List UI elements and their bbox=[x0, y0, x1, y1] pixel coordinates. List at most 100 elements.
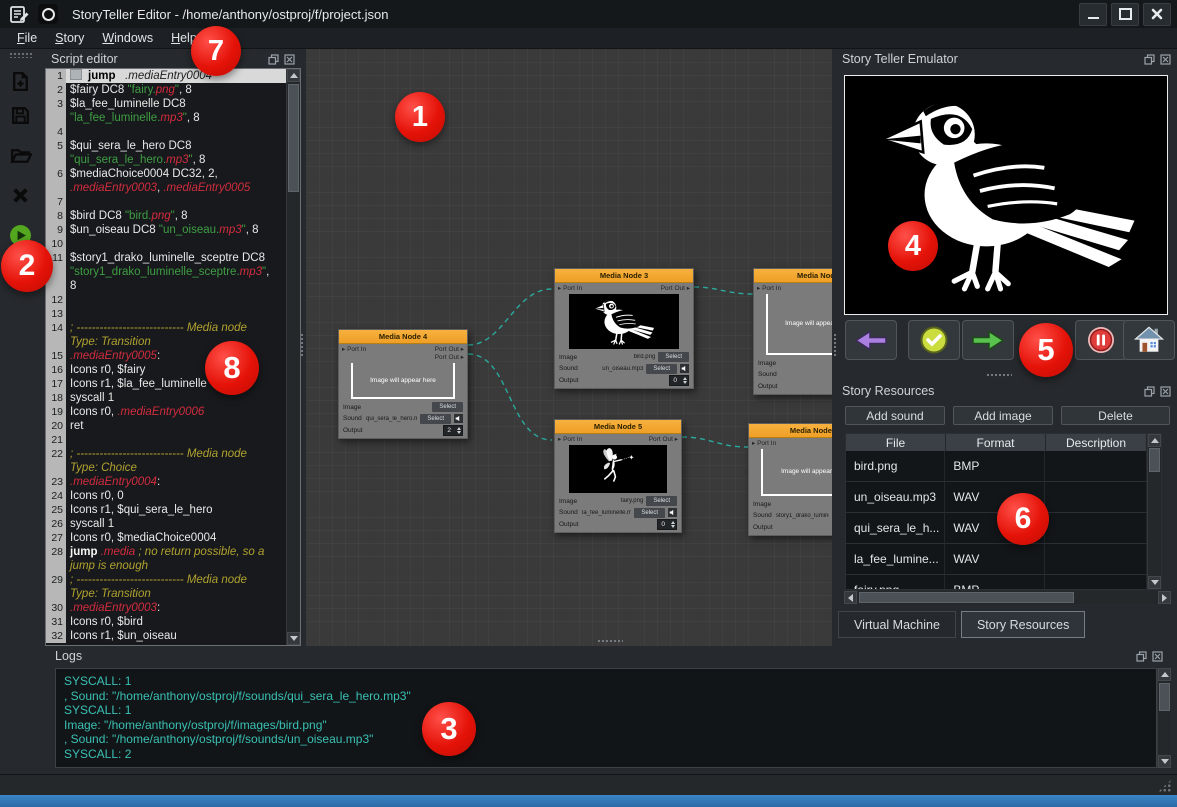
code-row[interactable]: 30.mediaEntry0003: bbox=[46, 601, 286, 615]
float-panel-icon[interactable] bbox=[268, 54, 279, 65]
output-spinner[interactable]: 2 bbox=[443, 425, 463, 436]
tab-story-resources[interactable]: Story Resources bbox=[961, 611, 1085, 638]
code-row[interactable]: 27Icons r0, $mediaChoice0004 bbox=[46, 531, 286, 545]
close-panel-icon[interactable] bbox=[1160, 54, 1171, 65]
close-project-button[interactable] bbox=[8, 182, 34, 208]
next-button[interactable] bbox=[962, 320, 1014, 360]
table-hscrollbar[interactable] bbox=[844, 591, 1171, 604]
logs-scrollbar[interactable] bbox=[1157, 668, 1171, 768]
scroll-down-icon[interactable] bbox=[287, 632, 300, 645]
select-button[interactable]: Select bbox=[646, 496, 677, 506]
new-script-button[interactable] bbox=[8, 68, 34, 94]
code-row[interactable]: 21 bbox=[46, 433, 286, 447]
port-in[interactable]: ▸ Port In bbox=[558, 284, 582, 292]
delete-button[interactable]: Delete bbox=[1061, 406, 1170, 425]
column-file[interactable]: File bbox=[846, 434, 946, 451]
code-row[interactable]: 8$bird DC8 "bird.png", 8 bbox=[46, 209, 286, 223]
code-row[interactable]: 22; ---------------------------- Media n… bbox=[46, 447, 286, 461]
code-row[interactable]: 4 bbox=[46, 125, 286, 139]
column-format[interactable]: Format bbox=[946, 434, 1046, 451]
code-row[interactable]: 13 bbox=[46, 307, 286, 321]
node-title[interactable]: Media Node bbox=[754, 269, 832, 283]
media-node[interactable]: Media Node 3▸ Port InPort Out ▸Imagebird… bbox=[554, 268, 694, 389]
editor-scrollbar[interactable] bbox=[286, 69, 300, 645]
menu-story[interactable]: Story bbox=[46, 31, 93, 45]
code-row[interactable]: 26syscall 1 bbox=[46, 517, 286, 531]
resize-grip[interactable] bbox=[1158, 779, 1172, 792]
port-in[interactable]: ▸ Port In bbox=[752, 439, 776, 447]
code-row[interactable]: .mediaEntry0003, .mediaEntry0005 bbox=[46, 181, 286, 195]
code-row[interactable]: Type: Transition bbox=[46, 587, 286, 601]
code-row[interactable]: 1jump .mediaEntry0004 bbox=[46, 69, 286, 83]
scroll-right-icon[interactable] bbox=[1158, 591, 1171, 604]
port-in[interactable]: ▸ Port In bbox=[757, 284, 781, 292]
code-row[interactable]: 28jump .media ; no return possible, so a bbox=[46, 545, 286, 559]
minimize-button[interactable] bbox=[1079, 3, 1107, 26]
media-node[interactable]: Media Node 4▸ Port InPort Out ▸Port Out … bbox=[338, 329, 468, 439]
close-panel-icon[interactable] bbox=[1152, 651, 1163, 662]
code-row[interactable]: 14; ---------------------------- Media n… bbox=[46, 321, 286, 335]
scroll-up-icon[interactable] bbox=[1158, 668, 1171, 681]
code-row[interactable]: 2$fairy DC8 "fairy.png", 8 bbox=[46, 83, 286, 97]
port-in[interactable]: ▸ Port In bbox=[342, 345, 366, 361]
media-node[interactable]: Media Node 6▸ Port InPort Out ▸Image wil… bbox=[748, 423, 832, 536]
save-button[interactable] bbox=[8, 102, 34, 128]
port-in[interactable]: ▸ Port In bbox=[558, 435, 582, 443]
back-button[interactable] bbox=[845, 320, 897, 360]
menu-windows[interactable]: Windows bbox=[93, 31, 162, 45]
close-panel-icon[interactable] bbox=[284, 54, 295, 65]
code-row[interactable]: 18syscall 1 bbox=[46, 391, 286, 405]
code-row[interactable]: Type: Choice bbox=[46, 461, 286, 475]
scroll-up-icon[interactable] bbox=[287, 69, 300, 82]
select-button[interactable]: Select bbox=[634, 508, 665, 518]
add-sound-button[interactable]: Add sound bbox=[845, 406, 945, 425]
code-row[interactable]: 29; ---------------------------- Media n… bbox=[46, 573, 286, 587]
speaker-icon[interactable] bbox=[454, 414, 463, 423]
code-row[interactable]: 6$mediaChoice0004 DC32, 2, bbox=[46, 167, 286, 181]
port-out[interactable]: Port Out ▸ bbox=[435, 353, 464, 361]
scroll-down-icon[interactable] bbox=[1148, 576, 1161, 589]
table-row[interactable]: un_oiseau.mp3WAV bbox=[846, 482, 1147, 513]
select-button[interactable]: Select bbox=[646, 364, 677, 374]
select-button[interactable]: Select bbox=[658, 352, 689, 362]
home-button[interactable] bbox=[1123, 320, 1175, 360]
code-row[interactable]: 3$la_fee_luminelle DC8 bbox=[46, 97, 286, 111]
table-row[interactable]: bird.pngBMP bbox=[846, 451, 1147, 482]
float-panel-icon[interactable] bbox=[1144, 54, 1155, 65]
code-row[interactable]: 19Icons r0, .mediaEntry0006 bbox=[46, 405, 286, 419]
media-node[interactable]: Media Node 5▸ Port InPort Out ▸Imagefair… bbox=[554, 419, 682, 533]
splitter-handle[interactable] bbox=[986, 373, 1012, 378]
code-row[interactable]: "qui_sera_le_hero.mp3", 8 bbox=[46, 153, 286, 167]
port-out[interactable]: Port Out ▸ bbox=[649, 435, 678, 443]
code-row[interactable]: jump is enough bbox=[46, 559, 286, 573]
add-image-button[interactable]: Add image bbox=[953, 406, 1053, 425]
port-out[interactable]: Port Out ▸ bbox=[661, 284, 690, 292]
code-row[interactable]: 32Icons r1, $un_oiseau bbox=[46, 629, 286, 643]
code-row[interactable]: "la_fee_luminelle.mp3", 8 bbox=[46, 111, 286, 125]
float-panel-icon[interactable] bbox=[1136, 651, 1147, 662]
table-scrollbar[interactable] bbox=[1147, 434, 1161, 589]
close-button[interactable] bbox=[1143, 3, 1171, 26]
code-row[interactable]: 25Icons r1, $qui_sera_le_hero bbox=[46, 503, 286, 517]
code-row[interactable]: 20ret bbox=[46, 419, 286, 433]
select-button[interactable]: Select bbox=[420, 414, 451, 424]
speaker-icon[interactable] bbox=[680, 364, 689, 373]
toolbar-drag-handle[interactable] bbox=[9, 52, 33, 58]
code-row[interactable]: "story1_drako_luminelle_sceptre.mp3", bbox=[46, 265, 286, 279]
node-title[interactable]: Media Node 5 bbox=[555, 420, 681, 434]
float-panel-icon[interactable] bbox=[1144, 386, 1155, 397]
code-row[interactable]: 7 bbox=[46, 195, 286, 209]
table-row[interactable]: la_fee_lumine...WAV bbox=[846, 544, 1147, 575]
output-spinner[interactable]: 0 bbox=[669, 375, 689, 386]
code-row[interactable]: 11$story1_drako_luminelle_sceptre DC8 bbox=[46, 251, 286, 265]
open-project-button[interactable] bbox=[8, 142, 34, 168]
select-button[interactable]: Select bbox=[432, 402, 463, 412]
code-row[interactable]: 8 bbox=[46, 279, 286, 293]
menu-file[interactable]: File bbox=[8, 31, 46, 45]
output-spinner[interactable]: 0 bbox=[657, 519, 677, 530]
port-out[interactable]: Port Out ▸ bbox=[435, 345, 464, 353]
code-row[interactable]: 24Icons r0, 0 bbox=[46, 489, 286, 503]
pause-button[interactable] bbox=[1075, 320, 1127, 360]
scroll-up-icon[interactable] bbox=[1148, 434, 1161, 447]
node-canvas[interactable]: Media Node 4▸ Port InPort Out ▸Port Out … bbox=[306, 49, 832, 646]
